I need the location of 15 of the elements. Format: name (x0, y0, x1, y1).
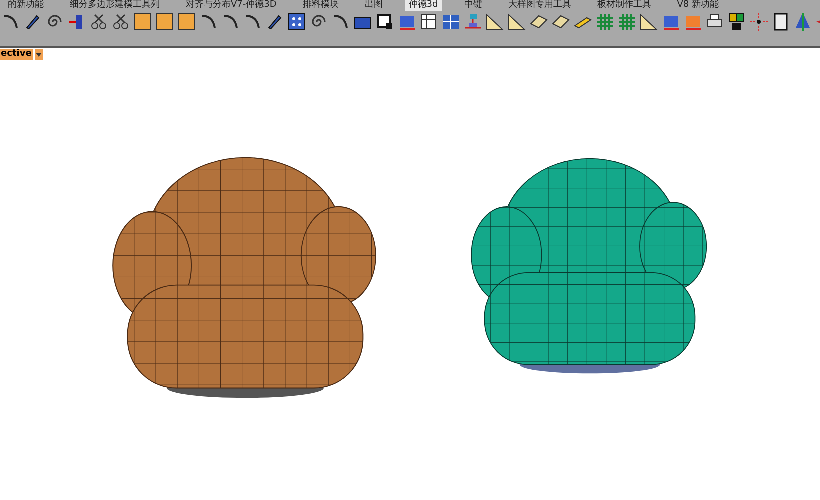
scissors-icon[interactable] (89, 12, 109, 32)
toolbar-tab[interactable]: 仲德3d (404, 0, 442, 11)
square-tile-icon[interactable] (133, 12, 153, 32)
dropdown-button[interactable] (34, 49, 43, 60)
dot-grid-icon[interactable] (287, 12, 307, 32)
crosshair-icon[interactable] (749, 12, 769, 32)
node-icon[interactable] (463, 12, 483, 32)
caret-icon (36, 52, 42, 56)
viewport-label[interactable]: ective (0, 49, 33, 60)
panels-icon[interactable] (727, 12, 747, 32)
window-grid-icon[interactable] (441, 12, 461, 32)
square-tile-icon[interactable] (177, 12, 197, 32)
scissors-icon[interactable] (111, 12, 131, 32)
square-tile-icon[interactable] (155, 12, 175, 32)
table-icon[interactable] (419, 12, 439, 32)
